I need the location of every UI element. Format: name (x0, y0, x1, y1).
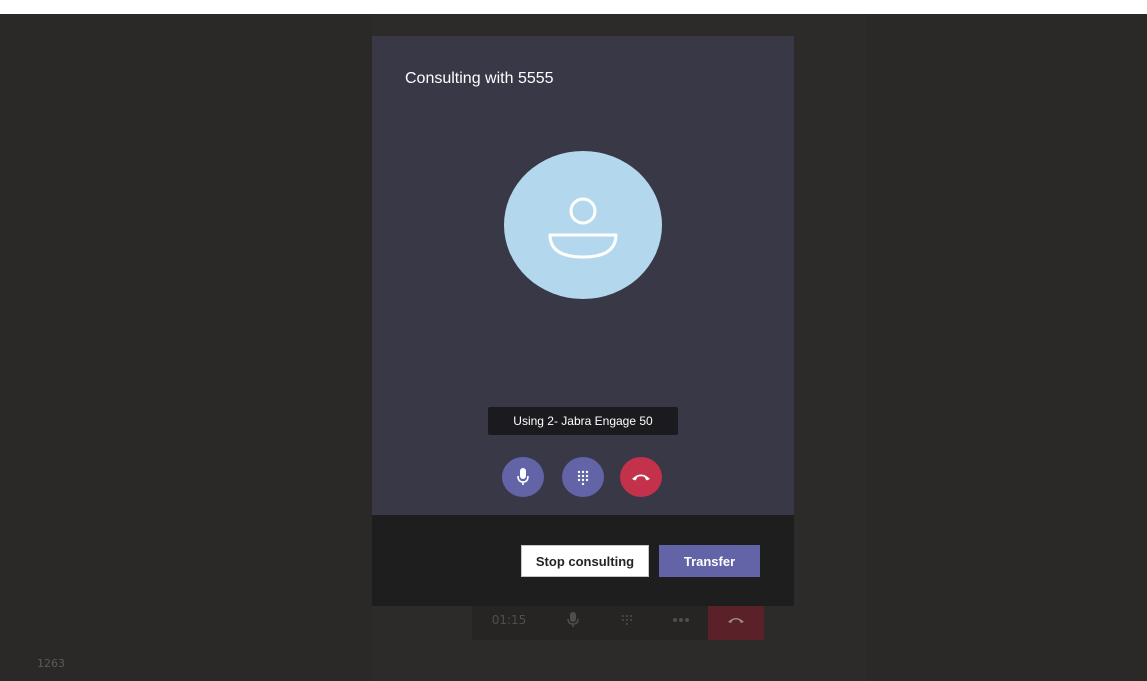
hang-up-icon (632, 474, 650, 481)
hang-up-button[interactable] (620, 457, 662, 497)
dialpad-button[interactable] (562, 457, 604, 497)
call-timer: 01:15 (491, 613, 527, 627)
footer-text: 1263 (37, 657, 65, 670)
dialpad-icon (577, 470, 589, 485)
person-icon (548, 197, 618, 259)
dialog-body: Consulting with 5555 Using 2- Jabra Enga… (372, 36, 794, 515)
transfer-button[interactable]: Transfer (659, 545, 760, 577)
bg-hang-up-icon (708, 600, 764, 640)
bg-microphone-icon (546, 600, 600, 640)
microphone-icon (517, 468, 529, 485)
dialog-title: Consulting with 5555 (405, 70, 554, 87)
consult-dialog: Consulting with 5555 Using 2- Jabra Enga… (372, 36, 794, 606)
background-call-controls: 01:15 (472, 600, 764, 640)
stop-consulting-button[interactable]: Stop consulting (521, 545, 649, 577)
bg-dialpad-icon (600, 600, 654, 640)
mute-button[interactable] (502, 457, 544, 497)
avatar (504, 151, 662, 299)
device-tooltip: Using 2- Jabra Engage 50 (488, 407, 678, 435)
bg-more-icon (654, 600, 708, 640)
